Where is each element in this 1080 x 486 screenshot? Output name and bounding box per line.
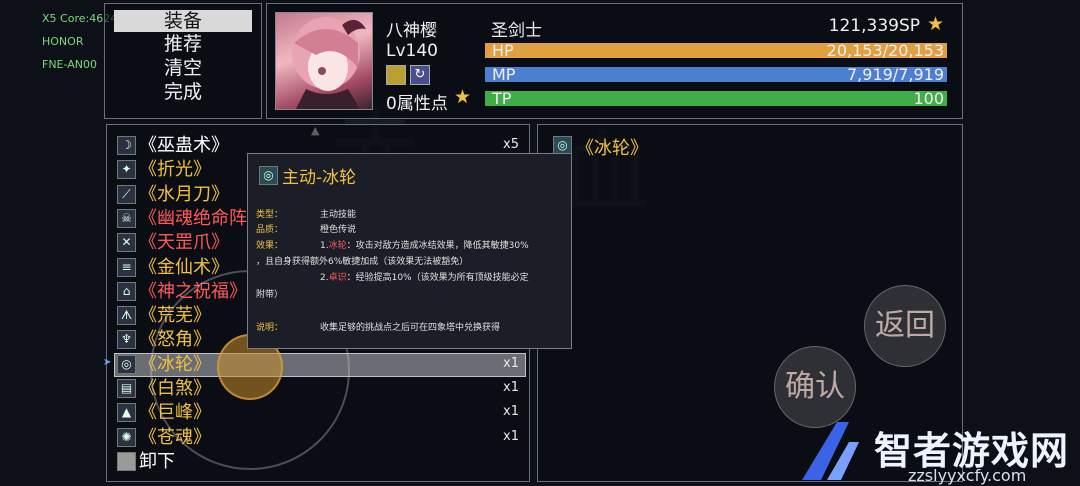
ice-wheel-icon: ◎ bbox=[259, 166, 278, 185]
menu-equip[interactable]: 装备 bbox=[114, 10, 252, 32]
empty-slot-icon bbox=[117, 451, 136, 471]
light-icon: ✦ bbox=[117, 160, 136, 180]
ice-wheel-icon: ◎ bbox=[117, 354, 136, 374]
tp-label: TP bbox=[492, 89, 512, 108]
tooltip-effect-2: 2.卓识：经验提高10%（该效果为所有顶级技能必定 bbox=[320, 273, 529, 283]
tp-value: 100 bbox=[913, 89, 944, 108]
equipped-skill-name[interactable]: 《冰轮》 bbox=[576, 134, 648, 160]
character-panel: 八神樱 圣剑士 121,339SP ★ Lv140 ↻ 0属性点 ★ HP 20… bbox=[266, 3, 963, 119]
debug-model: FNE-AN00 bbox=[42, 58, 97, 71]
swirl-icon[interactable]: ↻ bbox=[410, 65, 430, 85]
character-class: 圣剑士 bbox=[491, 21, 542, 41]
watermark-url: zzslyyxcfy.com bbox=[908, 466, 1027, 485]
menu-recommend[interactable]: 推荐 bbox=[114, 33, 252, 56]
debug-brand: HONOR bbox=[42, 35, 84, 48]
tp-bar-fill bbox=[485, 91, 947, 106]
star-icon: ★ bbox=[454, 86, 472, 108]
back-button[interactable]: 返回 bbox=[864, 285, 946, 367]
skill-row[interactable]: 卸下 bbox=[115, 451, 525, 473]
character-level: Lv140 bbox=[386, 41, 438, 61]
skill-name: 《水月刀》 bbox=[139, 183, 229, 205]
sp-value: 121,339SP bbox=[828, 16, 920, 36]
claw-icon: ᗑ bbox=[117, 306, 136, 326]
tooltip-type: 主动技能 bbox=[320, 210, 357, 220]
character-portrait bbox=[275, 12, 373, 110]
shrine-icon: ⌂ bbox=[117, 281, 136, 301]
skill-name: 《天罡爪》 bbox=[139, 232, 229, 254]
command-menu: 装备 推荐 清空 完成 bbox=[104, 3, 262, 119]
skill-name: 《巫蛊术》 bbox=[139, 135, 229, 156]
character-name: 八神樱 bbox=[386, 21, 437, 41]
hp-label: HP bbox=[492, 41, 514, 60]
menu-done[interactable]: 完成 bbox=[114, 81, 252, 104]
tooltip-quality-key: 品质： bbox=[256, 225, 284, 235]
mp-value: 7,919/7,919 bbox=[847, 65, 944, 84]
menu-clear[interactable]: 清空 bbox=[114, 57, 252, 80]
scythe-icon: ☽ bbox=[117, 136, 136, 155]
tooltip-effect-key: 效果： bbox=[256, 241, 284, 251]
skill-count: x1 bbox=[503, 404, 519, 420]
soul-icon: ✺ bbox=[117, 427, 136, 447]
cursor-icon: ➤ bbox=[103, 357, 112, 368]
tooltip-effect-2-cont: 附带） bbox=[256, 290, 284, 300]
confirm-button[interactable]: 确认 bbox=[774, 346, 856, 428]
tooltip-type-key: 类型： bbox=[256, 210, 284, 220]
cross-blade-icon: ✕ bbox=[117, 233, 136, 253]
skill-name: 《折光》 bbox=[139, 159, 211, 181]
ribcage-icon: ▤ bbox=[117, 379, 136, 398]
watermark-logo-icon bbox=[802, 422, 859, 480]
skill-count: x1 bbox=[503, 355, 519, 371]
blade-icon: ⟋ bbox=[117, 184, 136, 204]
mp-label: MP bbox=[492, 65, 516, 84]
skull-icon: ☠ bbox=[117, 208, 136, 228]
tooltip-desc-key: 说明： bbox=[256, 323, 284, 333]
peak-icon: ▲ bbox=[117, 403, 136, 423]
tooltip-title: 主动-冰轮 bbox=[282, 168, 357, 188]
skill-count: x1 bbox=[503, 380, 519, 395]
scroll-icon: ≡ bbox=[117, 257, 136, 277]
tp-bar bbox=[485, 91, 947, 106]
skill-name: 卸下 bbox=[139, 450, 175, 472]
equipment-slot-icon[interactable] bbox=[386, 65, 406, 85]
tooltip-effect-1: 1.冰轮：攻击对敌方造成冰结效果，降低其敏捷30% bbox=[320, 241, 529, 251]
tooltip-description: 收集足够的挑战点之后可在四象塔中兑换获得 bbox=[320, 323, 501, 333]
skill-count: x5 bbox=[503, 137, 519, 152]
star-icon: ★ bbox=[926, 13, 944, 35]
horn-icon: ♆ bbox=[117, 330, 136, 350]
skill-tooltip: ◎ 主动-冰轮 类型： 主动技能 品质： 橙色传说 效果： 1.冰轮：攻击对敌方… bbox=[247, 153, 572, 349]
tooltip-quality: 橙色传说 bbox=[320, 225, 357, 235]
tooltip-effect-1-cont: ，且自身获得额外6%敏捷加成（该效果无法被豁免） bbox=[256, 257, 469, 267]
hp-value: 20,153/20,153 bbox=[826, 41, 944, 60]
attribute-points: 0属性点 bbox=[386, 94, 448, 114]
skill-count: x1 bbox=[503, 428, 519, 444]
